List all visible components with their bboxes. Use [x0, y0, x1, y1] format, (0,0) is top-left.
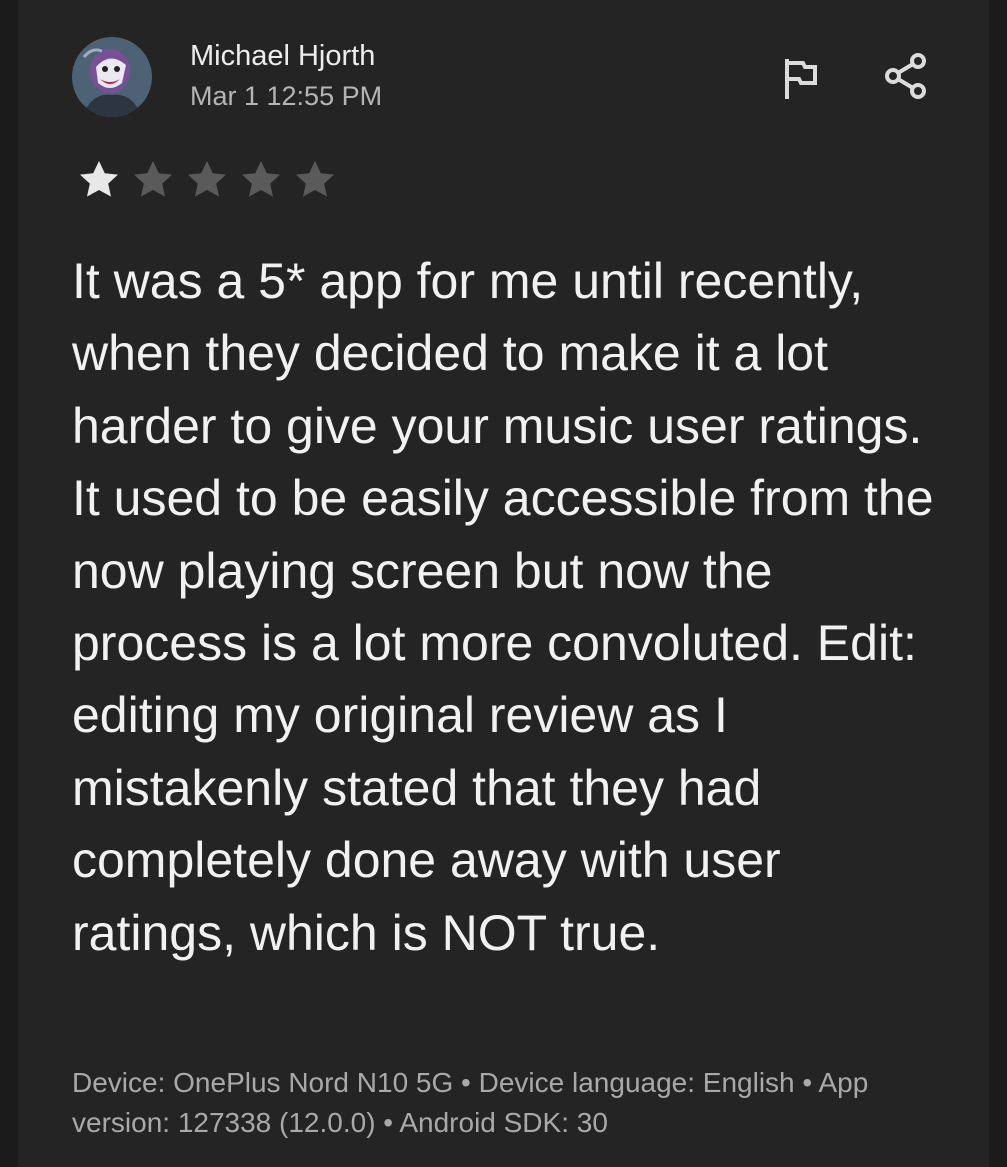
star-empty-icon: [134, 161, 172, 197]
star-filled-icon: [80, 161, 118, 197]
device-info: Device: OnePlus Nord N10 5G • Device lan…: [72, 1067, 869, 1138]
avatar[interactable]: [72, 37, 152, 117]
flag-icon: [785, 59, 817, 99]
share-icon: [885, 53, 926, 99]
share-button[interactable]: [878, 48, 934, 104]
avatar-image: [72, 37, 152, 117]
star-empty-icon: [188, 161, 226, 197]
review-date: Mar 1 12:55 PM: [190, 81, 383, 111]
flag-button[interactable]: [773, 50, 829, 106]
author-name: Michael Hjorth: [190, 40, 376, 72]
star-empty-icon: [242, 161, 280, 197]
star-rating: [74, 156, 340, 204]
review-text: It was a 5* app for me until recently, w…: [72, 253, 934, 961]
review-card: Michael Hjorth Mar 1 12:55 PM It was a 5…: [18, 0, 989, 1167]
star-empty-icon: [296, 161, 334, 197]
